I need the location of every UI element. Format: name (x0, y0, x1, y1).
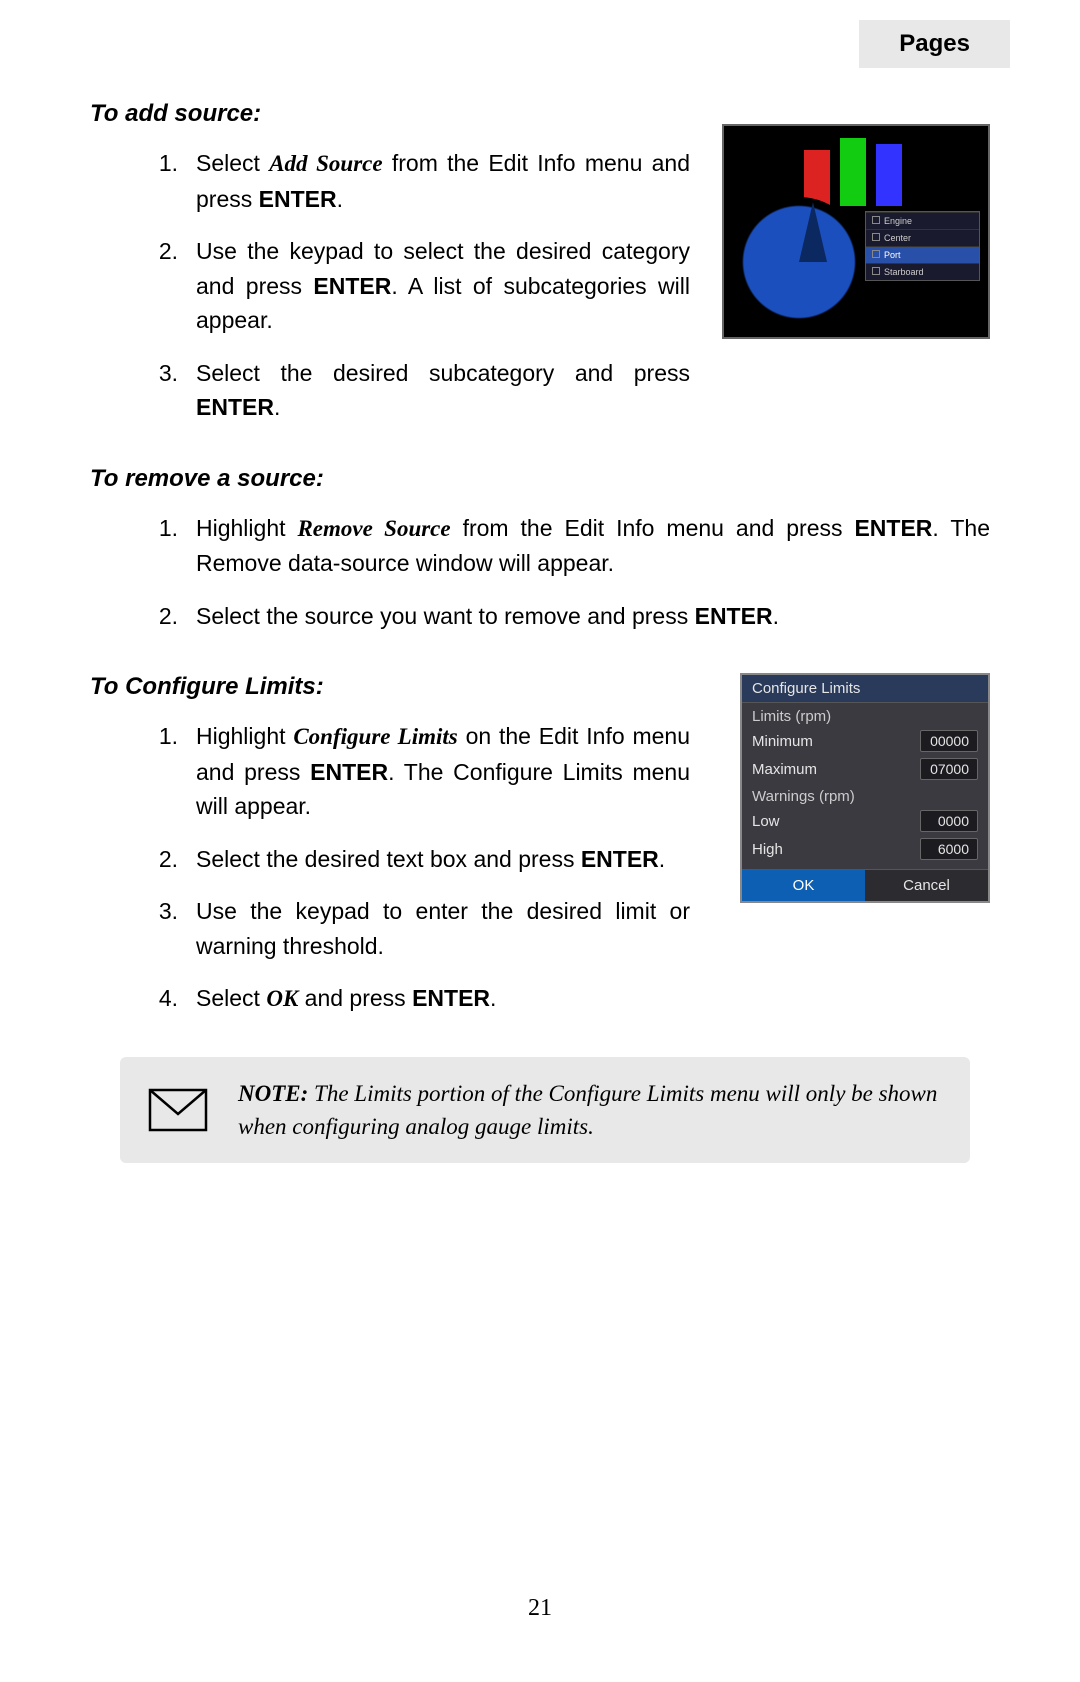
gauge-menu-item-selected: Port (866, 246, 979, 263)
config-value: 07000 (920, 758, 978, 780)
list-num: 2. (150, 234, 178, 338)
list-text: Select Add Source from the Edit Info men… (196, 146, 690, 216)
config-value: 6000 (920, 838, 978, 860)
config-row-low: Low 0000 (742, 807, 988, 835)
list-item: 3. Use the keypad to enter the desired l… (150, 894, 690, 963)
list-text: Select the desired text box and press EN… (196, 842, 690, 877)
envelope-icon (148, 1088, 208, 1132)
config-row-min: Minimum 00000 (742, 727, 988, 755)
list-item: 2. Select the source you want to remove … (150, 599, 990, 634)
list-text: Select OK and press ENTER. (196, 981, 690, 1017)
note-block: NOTE: The Limits portion of the Configur… (120, 1057, 970, 1164)
config-ok-button: OK (742, 870, 865, 901)
list-item: 4. Select OK and press ENTER. (150, 981, 690, 1017)
config-value: 00000 (920, 730, 978, 752)
gauge-menu-item: Center (866, 229, 979, 246)
list-item: 1. Select Add Source from the Edit Info … (150, 146, 690, 216)
list-num: 4. (150, 981, 178, 1017)
page-number: 21 (0, 1595, 1080, 1622)
config-label: High (752, 841, 783, 858)
list-item: 1. Highlight Remove Source from the Edit… (150, 511, 990, 581)
config-cancel-button: Cancel (865, 870, 988, 901)
config-label: Low (752, 813, 780, 830)
gauge-dial (734, 197, 864, 327)
list-num: 1. (150, 511, 178, 581)
gauge-bar-green (840, 138, 866, 206)
config-dialog-title: Configure Limits (742, 675, 988, 703)
gauge-screenshot: Engine Center Port Starboard (722, 124, 990, 339)
heading-remove-source: To remove a source: (90, 465, 990, 493)
gauge-needle (799, 202, 827, 262)
list-text: Highlight Remove Source from the Edit In… (196, 511, 990, 581)
list-num: 1. (150, 146, 178, 216)
config-row-high: High 6000 (742, 835, 988, 863)
list-text: Highlight Configure Limits on the Edit I… (196, 719, 690, 824)
page-content: To add source: Engine Center Port Starbo… (90, 100, 990, 1163)
config-row-max: Maximum 07000 (742, 755, 988, 783)
list-num: 1. (150, 719, 178, 824)
list-text: Select the desired subcategory and press… (196, 356, 690, 425)
note-text: NOTE: The Limits portion of the Configur… (238, 1077, 942, 1144)
page-tab: Pages (859, 20, 1010, 68)
note-body: The Limits portion of the Configure Limi… (238, 1081, 937, 1139)
list-num: 2. (150, 842, 178, 877)
configure-limits-screenshot: Configure Limits Limits (rpm) Minimum 00… (740, 673, 990, 903)
config-group-limits: Limits (rpm) (742, 703, 988, 727)
list-num: 3. (150, 894, 178, 963)
note-lead: NOTE: (238, 1081, 308, 1106)
gauge-menu-item: Engine (866, 212, 979, 229)
list-num: 2. (150, 599, 178, 634)
list-text: Select the source you want to remove and… (196, 599, 990, 634)
config-group-warnings: Warnings (rpm) (742, 783, 988, 807)
gauge-bar-blue (876, 144, 902, 206)
list-text: Use the keypad to select the desired cat… (196, 234, 690, 338)
list-item: 3. Select the desired subcategory and pr… (150, 356, 690, 425)
list-item: 2. Select the desired text box and press… (150, 842, 690, 877)
list-item: 1. Highlight Configure Limits on the Edi… (150, 719, 690, 824)
config-label: Minimum (752, 733, 813, 750)
list-text: Use the keypad to enter the desired limi… (196, 894, 690, 963)
list-num: 3. (150, 356, 178, 425)
config-value: 0000 (920, 810, 978, 832)
gauge-menu-item: Starboard (866, 263, 979, 280)
list-item: 2. Use the keypad to select the desired … (150, 234, 690, 338)
config-label: Maximum (752, 761, 817, 778)
gauge-bars (804, 136, 902, 206)
config-button-row: OK Cancel (742, 869, 988, 901)
list-remove-source: 1. Highlight Remove Source from the Edit… (150, 511, 990, 634)
gauge-submenu: Engine Center Port Starboard (865, 211, 980, 281)
